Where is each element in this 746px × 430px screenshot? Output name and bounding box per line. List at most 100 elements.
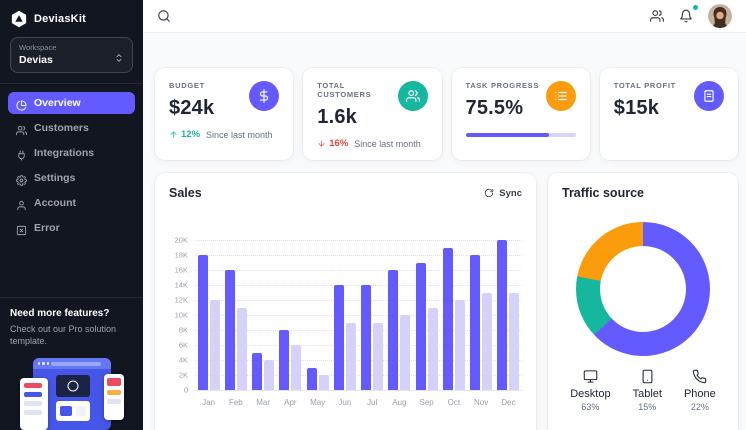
stat-value: 1.6k bbox=[317, 106, 357, 128]
search-icon bbox=[157, 9, 171, 23]
bar-last-year bbox=[427, 307, 438, 390]
chart-pie-icon bbox=[16, 98, 27, 111]
notifications-button[interactable] bbox=[679, 5, 698, 23]
sidebar: DeviasKit Workspace Devias Overview Custo… bbox=[0, 0, 143, 430]
workspace-selector[interactable]: Workspace Devias bbox=[10, 37, 133, 73]
stat-value: $15k bbox=[613, 97, 660, 119]
stat-label: TOTAL PROFIT bbox=[613, 81, 676, 90]
bar-this-year bbox=[252, 352, 263, 390]
bar-group-oct bbox=[442, 240, 465, 390]
sync-icon bbox=[484, 188, 494, 198]
stat-card-total-customers: TOTAL CUSTOMERS 1.6k 16% Since last month bbox=[303, 68, 442, 160]
sidebar-item-label: Integrations bbox=[34, 147, 95, 159]
sync-button[interactable]: Sync bbox=[484, 188, 522, 199]
sync-label: Sync bbox=[499, 187, 522, 199]
sidebar-item-account[interactable]: Account bbox=[8, 192, 135, 214]
y-tick-label: 16K bbox=[174, 265, 188, 275]
bar-this-year bbox=[279, 330, 290, 390]
sales-bar-chart: 20K 18K 16K 14K 12K 10K 8K 6K 4K 2K 0 Jan Feb Mar Apr… bbox=[169, 236, 522, 407]
stat-label: BUDGET bbox=[169, 81, 205, 90]
promo-title: Need more features? bbox=[10, 307, 110, 319]
bar-group-jul bbox=[361, 240, 384, 390]
traffic-source-card: Traffic source Desktop 63% Tablet 15% Ph… bbox=[548, 173, 738, 430]
legend-item-phone: Phone 22% bbox=[684, 369, 716, 412]
bar-last-year bbox=[373, 322, 384, 390]
notification-dot bbox=[693, 5, 698, 10]
x-square-icon bbox=[16, 223, 27, 235]
traffic-title: Traffic source bbox=[562, 186, 644, 200]
bar-last-year bbox=[209, 300, 220, 390]
sidebar-item-label: Overview bbox=[34, 97, 81, 109]
sidebar-item-settings[interactable]: Settings bbox=[8, 167, 135, 189]
y-tick-label: 20K bbox=[174, 235, 188, 245]
stat-value: $24k bbox=[169, 97, 215, 119]
bar-last-year bbox=[400, 315, 411, 390]
sales-xaxis: Jan Feb Mar Apr May Jun Jul Aug Sep Oct Nov Dec bbox=[195, 398, 522, 407]
bar-group-dec bbox=[497, 240, 520, 390]
sidebar-item-label: Account bbox=[34, 197, 76, 209]
bar-last-year bbox=[345, 322, 356, 390]
bar-this-year bbox=[306, 367, 317, 390]
bar-last-year bbox=[291, 345, 302, 390]
dollar-icon bbox=[249, 81, 280, 111]
gear-icon bbox=[15, 173, 27, 186]
bar-this-year bbox=[333, 285, 344, 390]
main-content: BUDGET $24k 12% Since last month TOTAL CUSTO… bbox=[143, 33, 746, 430]
x-tick-label: Aug bbox=[392, 398, 407, 407]
x-tick-label: Dec bbox=[501, 398, 516, 407]
sidebar-item-label: Error bbox=[34, 222, 60, 234]
topbar bbox=[143, 0, 746, 33]
x-tick-label: Jan bbox=[202, 398, 216, 407]
bar-last-year bbox=[318, 375, 329, 390]
sidebar-item-integrations[interactable]: Integrations bbox=[8, 142, 135, 164]
bar-this-year bbox=[415, 262, 426, 390]
legend-label: Phone bbox=[683, 388, 716, 400]
bar-group-may bbox=[306, 240, 329, 390]
y-tick-label: 8K bbox=[178, 325, 188, 335]
bar-this-year bbox=[442, 247, 453, 390]
y-tick-label: 10K bbox=[174, 310, 188, 320]
bell-icon bbox=[679, 9, 693, 23]
tablet-icon bbox=[640, 369, 655, 384]
bar-this-year bbox=[197, 255, 208, 390]
trend-down-icon bbox=[317, 139, 326, 148]
sales-card: Sales Sync 20K 18K 16K 14K 12K 10K 8K 6K 4K 2K 0 J… bbox=[155, 173, 536, 430]
legend-value: 22% bbox=[690, 402, 709, 412]
sidebar-item-label: Settings bbox=[34, 172, 76, 184]
trend-value: 16% bbox=[329, 138, 349, 149]
stat-label: TOTAL CUSTOMERS bbox=[317, 81, 372, 99]
legend-label: Tablet bbox=[632, 388, 662, 400]
sidebar-item-overview[interactable]: Overview bbox=[8, 92, 135, 114]
stat-card-task-progress: TASK PROGRESS 75.5% bbox=[451, 68, 590, 160]
stat-value: 75.5% bbox=[465, 97, 524, 119]
stat-card-total-profit: TOTAL PROFIT $15k bbox=[599, 68, 738, 160]
bar-this-year bbox=[470, 255, 481, 390]
sidebar-item-error[interactable]: Error bbox=[8, 217, 135, 239]
search-button[interactable] bbox=[157, 9, 171, 23]
pro-template-illustration bbox=[19, 358, 124, 430]
y-tick-label: 0 bbox=[183, 385, 188, 395]
bar-group-feb bbox=[224, 240, 247, 390]
stat-card-budget: BUDGET $24k 12% Since last month bbox=[155, 68, 294, 160]
x-tick-label: Nov bbox=[474, 398, 489, 407]
sidebar-nav: Overview Customers Integrations Settings Acc… bbox=[0, 84, 143, 247]
avatar[interactable] bbox=[708, 4, 732, 28]
workspace-label: Workspace bbox=[19, 43, 57, 52]
sidebar-item-customers[interactable]: Customers bbox=[8, 117, 135, 139]
contacts-button[interactable] bbox=[650, 9, 664, 23]
y-tick-label: 6K bbox=[178, 340, 188, 350]
bar-this-year bbox=[224, 270, 235, 390]
phone-icon bbox=[692, 369, 707, 384]
sales-plot bbox=[195, 240, 522, 391]
x-tick-label: Feb bbox=[228, 398, 243, 407]
bar-this-year bbox=[361, 285, 372, 390]
bar-this-year bbox=[388, 270, 399, 390]
bar-last-year bbox=[264, 360, 275, 390]
sales-title: Sales bbox=[169, 186, 202, 200]
trend-caption: Since last month bbox=[206, 129, 273, 140]
x-tick-label: Jul bbox=[367, 398, 378, 407]
y-tick-label: 18K bbox=[174, 250, 188, 260]
bar-group-aug bbox=[388, 240, 411, 390]
brand-name: DeviasKit bbox=[34, 13, 86, 25]
x-tick-label: Apr bbox=[284, 398, 297, 407]
